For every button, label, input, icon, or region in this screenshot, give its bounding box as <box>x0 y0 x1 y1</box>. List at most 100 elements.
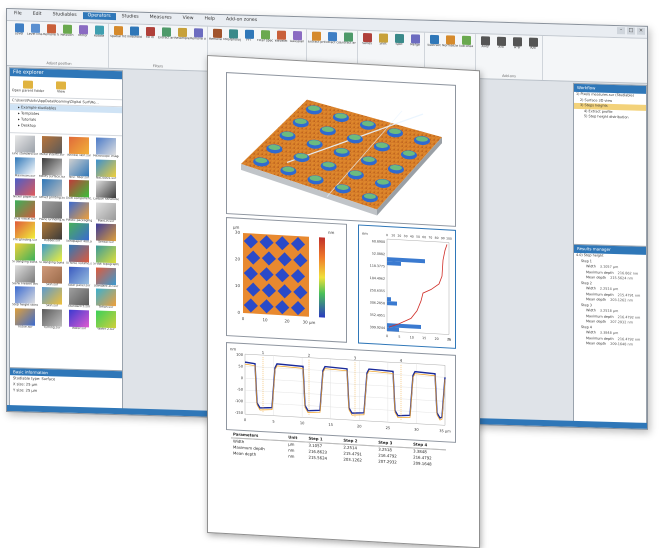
ribbon-button-extract-area[interactable]: Extract area <box>340 32 356 45</box>
ribbon-button-mirror[interactable]: Mirror <box>76 25 90 38</box>
ribbon-button-fill-in[interactable]: Fill in <box>143 26 157 40</box>
ribbon-button-series[interactable]: Series <box>360 32 374 46</box>
ribbon-button-a-b[interactable]: A/B <box>526 37 540 51</box>
ribbon-button-a-b[interactable]: A*B <box>510 37 524 50</box>
ribbon-button-fft[interactable]: FFT <box>242 29 256 43</box>
thumbnail-item[interactable]: Pre-grinding.sur <box>12 221 38 243</box>
tab-file[interactable]: File <box>9 10 27 17</box>
ribbon-button-filter-spectrum[interactable]: Filter spectrum <box>257 30 273 43</box>
ribbon-button-subtract[interactable]: Subtract <box>427 34 441 48</box>
thumbnail-image <box>15 308 35 326</box>
thumbnail-item[interactable]: Wafer 2.sur <box>93 310 119 331</box>
maximize-icon[interactable]: □ <box>627 27 635 35</box>
thumbnail-item[interactable]: Slenk Fresnel lens.sur <box>12 264 38 286</box>
thumbnail-item[interactable]: Step height standard.sur <box>12 286 38 307</box>
histogram-bottom-tick: 5 <box>398 335 400 339</box>
ribbon-button-remove-outliers[interactable]: Remove outliers <box>190 28 206 41</box>
thumbnail-item[interactable]: Si dangling bond 2.sur <box>39 243 65 265</box>
workflow-item[interactable]: 5) Step height distribution <box>574 114 646 122</box>
thumbnail-item[interactable]: Nickel paper.sur <box>12 178 38 199</box>
tab-view[interactable]: View <box>178 15 199 23</box>
close-icon[interactable]: × <box>637 27 645 35</box>
thumbnail-item[interactable]: Dual component.sur <box>66 179 92 201</box>
thumbnail-item[interactable]: MEMS surface.sur <box>39 157 65 179</box>
ribbon-button-extract-contour[interactable]: Extract contour <box>324 31 340 45</box>
ribbon-button-resample[interactable]: Resample <box>174 27 190 41</box>
ribbon-button-remove-noise[interactable]: Remove noise <box>209 28 225 42</box>
ribbon-button-split[interactable]: Split <box>392 33 406 47</box>
ribbon-button-merge[interactable]: Merge <box>408 34 422 47</box>
ribbon-button-level-line-by-line[interactable]: Level line-by-line <box>27 23 43 37</box>
histogram-bar <box>387 327 399 332</box>
ribbon-button-gaussian[interactable]: Gaussian <box>290 31 304 44</box>
thumbnail-item[interactable]: Tissue.sur <box>12 308 38 329</box>
ribbon-button-threshold[interactable]: Threshold <box>126 26 142 39</box>
tab-studiables[interactable]: Studiables <box>48 11 82 19</box>
thumbnail-item[interactable]: Plastic packaging.sur <box>66 201 92 222</box>
thumbnail-item[interactable]: Carbon nanotube.sur <box>93 180 119 202</box>
histogram-top-tick: 20 <box>397 234 401 238</box>
ribbon-button-wavelet[interactable]: Wavelet <box>274 30 288 43</box>
ribbon-button-spatial-filter[interactable]: Spatial filter <box>110 26 126 39</box>
thumbnail-item[interactable]: Microscope image.sur <box>93 137 119 158</box>
ribbon-button-retouch[interactable]: Retouch <box>60 24 74 38</box>
thumbnail-label: PCB visual.sur <box>14 216 36 221</box>
open-parent-folder-button[interactable]: Open parent folder <box>12 80 44 93</box>
ribbon-button-rotate[interactable]: Rotate <box>92 25 106 38</box>
thumbnail-item[interactable]: Solar panel.sur <box>66 266 92 287</box>
thumbnail-item[interactable]: NIST fiber.sur <box>66 158 92 179</box>
result-name: Width <box>586 264 596 269</box>
thumbnail-label: Wrinkle skin.sur <box>67 153 91 158</box>
ribbon-button-extract-profile[interactable]: Extract profile <box>308 31 324 44</box>
tab-studies[interactable]: Studies <box>117 13 144 21</box>
thumbnail-item[interactable]: Si dangling bond.sur <box>12 243 38 264</box>
view-button[interactable]: View <box>46 81 76 94</box>
histogram-y-label: 184.4962 <box>370 276 385 281</box>
thumbnail-item[interactable]: Wafer.sur <box>66 309 92 330</box>
thumbnail-item[interactable]: Turning.sur <box>39 308 65 330</box>
tab-operators[interactable]: Operators <box>82 12 116 21</box>
thumbnail-item[interactable]: Si-dot topography.sur <box>93 245 119 266</box>
thumbnail-item[interactable]: Standard 2D.sur <box>93 267 119 288</box>
ribbon-button-label: A/B <box>530 46 536 50</box>
tab-measures[interactable]: Measures <box>145 14 177 22</box>
thumbnail-image <box>69 136 89 155</box>
tool-icon <box>113 26 123 36</box>
thumbnail-item[interactable]: Wrinkle skin.sur <box>66 136 92 158</box>
thumbnail-item[interactable]: Skin.sur <box>39 265 65 286</box>
thumbnail-image <box>69 244 89 263</box>
thumbnail-item[interactable]: PlanLin.sur <box>93 202 119 223</box>
tab-edit[interactable]: Edit <box>28 11 47 19</box>
thumbnail-item[interactable]: PCB visual.sur <box>12 200 38 221</box>
thumbnail-item[interactable]: Metal inserts.sur <box>39 136 65 157</box>
thumbnail-item[interactable]: Line standard.sur <box>12 135 38 156</box>
thumbnail-image <box>96 159 116 177</box>
histogram-y-label: 52.0882 <box>372 252 385 257</box>
thumbnail-item[interactable]: NaCl0001.sur <box>93 159 119 180</box>
thumbnail-item[interactable]: Maximum.sur <box>12 156 38 178</box>
thumbnail-item[interactable]: Teflon.sur <box>93 288 119 310</box>
thumbnail-item[interactable]: Plane Grinding.sur <box>39 200 65 222</box>
ribbon-button-remove-form[interactable]: Remove form <box>43 24 59 37</box>
ribbon-button-level[interactable]: Level <box>12 23 26 36</box>
thumbnail-item[interactable]: Sandpaper 400.sur <box>66 223 92 244</box>
thumbnail-item[interactable]: Skin.sur <box>39 287 65 308</box>
ribbon-button-sub-area[interactable]: Sub-area <box>459 35 473 49</box>
minimize-icon[interactable]: – <box>617 27 625 35</box>
ribbon-button-morphologic[interactable]: Morphologic <box>225 29 241 42</box>
tool-icon <box>193 28 203 38</box>
thumbnail-item[interactable]: Rubber.sur <box>39 222 65 243</box>
thumbnail-item[interactable]: Si force volume.sur <box>66 244 92 266</box>
ribbon-button-extract-area[interactable]: Extract area <box>158 27 174 40</box>
histogram-y-unit: nm <box>362 232 368 236</box>
ribbon-button-a-b[interactable]: A+B <box>478 36 492 49</box>
ribbon-button-normalize[interactable]: Normalize <box>442 35 458 48</box>
thumbnail-item[interactable]: Sensor.sur <box>93 223 119 245</box>
ribbon-button-shift[interactable]: Shift <box>376 33 390 46</box>
tab-add-on-zones[interactable]: Add-on zones <box>221 16 262 24</box>
ribbon-button-a-b[interactable]: A-B <box>494 36 508 50</box>
result-name: 4.0) Step height <box>576 252 604 258</box>
tab-help[interactable]: Help <box>200 15 220 23</box>
thumbnail-item[interactable]: Offset printing.sur <box>39 179 65 200</box>
thumbnail-item[interactable]: Standard 5.sur <box>66 287 92 309</box>
